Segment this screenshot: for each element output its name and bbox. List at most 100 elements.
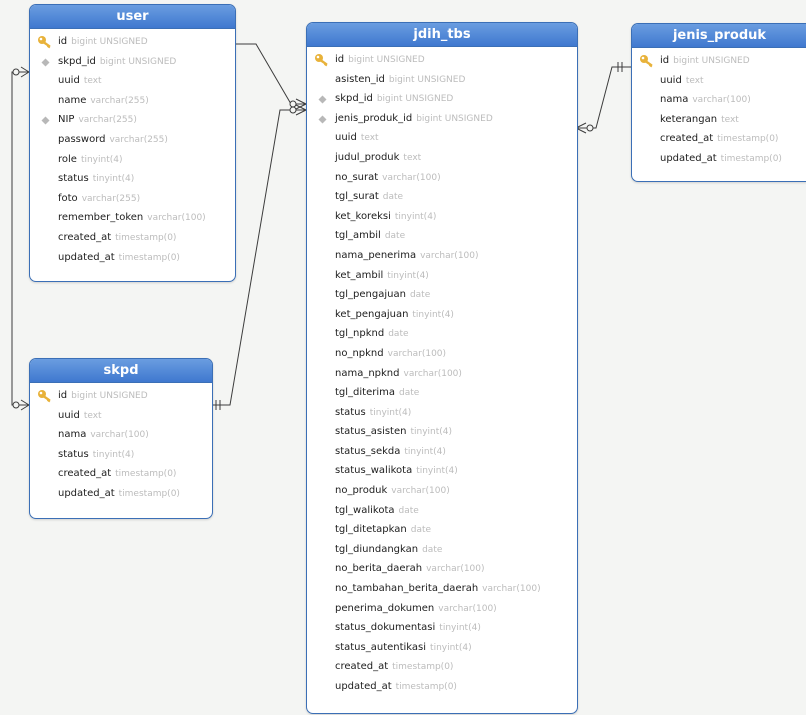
column-row[interactable]: nama varchar(100) (632, 90, 806, 110)
column-row[interactable]: updated_at timestamp(0) (30, 248, 235, 268)
column-row[interactable]: no_berita_daerah varchar(100) (307, 559, 577, 579)
column-row[interactable]: id bigint UNSIGNED (30, 386, 212, 406)
key-icon (640, 55, 653, 68)
column-type: bigint UNSIGNED (348, 55, 425, 65)
column-row[interactable]: no_produk varchar(100) (307, 481, 577, 501)
column-type: bigint UNSIGNED (99, 56, 177, 67)
column-name: asisten_id (335, 73, 385, 85)
column-row[interactable]: tgl_surat date (307, 187, 577, 207)
column-row[interactable]: skpd_id bigint UNSIGNED (30, 52, 235, 72)
table-jenis-produk[interactable]: jenis_produk id bigint UNSIGNED uuid text na… (631, 23, 806, 182)
column-row[interactable]: tgl_diterima date (307, 383, 577, 403)
column-type: tinyint(4) (80, 154, 123, 165)
column-row[interactable]: no_surat varchar(100) (307, 168, 577, 188)
column-row[interactable]: ket_ambil tinyint(4) (307, 266, 577, 286)
table-title[interactable]: jenis_produk (632, 24, 806, 48)
column-row[interactable]: updated_at timestamp(0) (307, 677, 577, 697)
column-row[interactable]: status tinyint(4) (30, 445, 212, 465)
column-type: varchar(100) (438, 603, 497, 614)
column-name: no_berita_daerah (335, 563, 423, 575)
column-row[interactable]: skpd_id bigint UNSIGNED (307, 89, 577, 109)
column-name: tgl_walikota (335, 504, 395, 516)
column-name: tgl_diterima (335, 387, 396, 399)
column-row[interactable]: remember_token varchar(100) (30, 208, 235, 228)
column-name: jenis_produk_id (335, 112, 413, 124)
column-row[interactable]: tgl_npknd date (307, 324, 577, 344)
column-row[interactable]: NIP varchar(255) (30, 110, 235, 130)
column-name: tgl_npknd (335, 328, 385, 340)
column-row[interactable]: name varchar(255) (30, 91, 235, 111)
column-row[interactable]: asisten_id bigint UNSIGNED (307, 70, 577, 90)
column-row[interactable]: no_npknd varchar(100) (307, 344, 577, 364)
table-title[interactable]: skpd (30, 359, 212, 383)
column-row[interactable]: uuid text (632, 71, 806, 91)
column-type: timestamp(0) (720, 153, 782, 164)
column-row[interactable]: uuid text (30, 71, 235, 91)
column-row[interactable]: uuid text (307, 128, 577, 148)
column-type: text (721, 114, 739, 125)
column-row[interactable]: ket_koreksi tinyint(4) (307, 207, 577, 227)
column-row[interactable]: nama_penerima varchar(100) (307, 246, 577, 266)
column-row[interactable]: jenis_produk_id bigint UNSIGNED (307, 109, 577, 129)
column-row[interactable]: status_dokumentasi tinyint(4) (307, 618, 577, 638)
column-type: tinyint(4) (439, 623, 481, 634)
column-row[interactable]: no_tambahan_berita_daerah varchar(100) (307, 579, 577, 599)
column-type: bigint UNSIGNED (416, 113, 493, 124)
column-type: timestamp(0) (717, 134, 779, 145)
column-row[interactable]: created_at timestamp(0) (30, 228, 235, 248)
column-type: text (83, 76, 102, 87)
column-row[interactable]: judul_produk text (307, 148, 577, 168)
column-name: ket_pengajuan (335, 308, 409, 320)
column-type: text (83, 410, 102, 421)
column-type: text (360, 133, 379, 144)
column-row[interactable]: penerima_dokumen varchar(100) (307, 599, 577, 619)
column-type: varchar(100) (387, 348, 447, 359)
crow-user-b (20, 71, 30, 78)
table-title[interactable]: user (30, 5, 235, 29)
column-row[interactable]: status_sekda tinyint(4) (307, 442, 577, 462)
column-row[interactable]: status tinyint(4) (307, 403, 577, 423)
column-row[interactable]: foto varchar(255) (30, 189, 235, 209)
column-row[interactable]: status_asisten tinyint(4) (307, 422, 577, 442)
column-row[interactable]: created_at timestamp(0) (307, 657, 577, 677)
column-row[interactable]: id bigint UNSIGNED (30, 32, 235, 52)
column-row[interactable]: tgl_walikota date (307, 501, 577, 521)
column-name: ket_koreksi (335, 210, 391, 222)
column-row[interactable]: created_at timestamp(0) (30, 464, 212, 484)
column-type: tinyint(4) (92, 174, 135, 185)
column-row[interactable]: nama_npknd varchar(100) (307, 364, 577, 384)
column-name: id (660, 55, 670, 66)
column-name: penerima_dokumen (335, 602, 435, 614)
column-row[interactable]: ket_pengajuan tinyint(4) (307, 305, 577, 325)
column-row[interactable]: status_autentikasi tinyint(4) (307, 638, 577, 658)
column-row[interactable]: created_at timestamp(0) (632, 129, 806, 149)
index-icon (318, 115, 327, 124)
column-row[interactable]: password varchar(255) (30, 130, 235, 150)
table-skpd[interactable]: skpd id bigint UNSIGNED uuid text nama varcha… (29, 358, 213, 519)
column-name: uuid (58, 75, 80, 87)
column-row[interactable]: nama varchar(100) (30, 425, 212, 445)
column-type: tinyint(4) (394, 211, 437, 222)
column-name: NIP (58, 114, 75, 126)
column-row[interactable]: updated_at timestamp(0) (632, 149, 806, 169)
column-row[interactable]: id bigint UNSIGNED (632, 51, 806, 71)
table-title[interactable]: jdih_tbs (307, 23, 577, 47)
column-row[interactable]: tgl_pengajuan date (307, 285, 577, 305)
column-type: varchar(255) (109, 134, 168, 145)
column-row[interactable]: uuid text (30, 406, 212, 426)
column-row[interactable]: updated_at timestamp(0) (30, 484, 212, 504)
column-row[interactable]: tgl_ditetapkan date (307, 520, 577, 540)
column-row[interactable]: tgl_ambil date (307, 226, 577, 246)
column-row[interactable]: status_walikota tinyint(4) (307, 461, 577, 481)
column-row[interactable]: status tinyint(4) (30, 169, 235, 189)
relation-user-jdih (234, 43, 306, 105)
column-type: varchar(100) (391, 486, 450, 497)
table-jdih-tbs[interactable]: jdih_tbs id bigint UNSIGNED asisten_id bigi… (306, 22, 578, 714)
column-name: password (58, 133, 106, 145)
column-name: status_walikota (335, 465, 413, 477)
column-row[interactable]: keterangan text (632, 110, 806, 130)
column-row[interactable]: tgl_diundangkan date (307, 540, 577, 560)
table-user[interactable]: user id bigint UNSIGNED skpd_id bigint UNSI… (29, 4, 236, 282)
column-row[interactable]: role tinyint(4) (30, 150, 235, 170)
column-row[interactable]: id bigint UNSIGNED (307, 50, 577, 70)
